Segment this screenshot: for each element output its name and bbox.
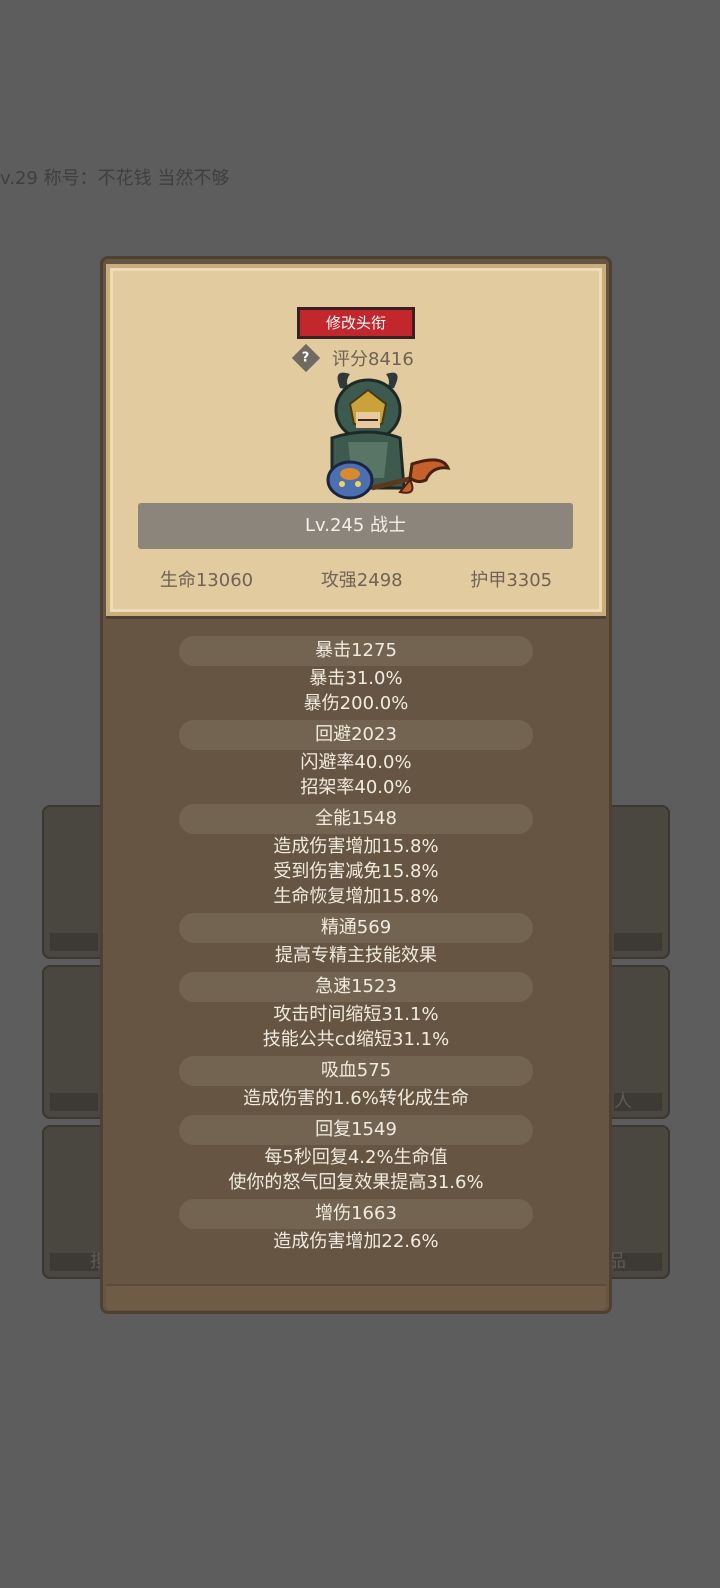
attribute-detail: 造成伤害增加15.8% xyxy=(273,836,439,857)
attribute-header: 回避2023 xyxy=(179,720,533,750)
warrior-avatar xyxy=(326,372,451,500)
attribute-regen: 回复1549 每5秒回复4.2%生命值 使你的怒气回复效果提高31.6% xyxy=(100,1115,612,1195)
base-stats-row: 生命13060 攻强2498 护甲3305 xyxy=(106,566,606,592)
rename-title-button[interactable]: 修改头衔 xyxy=(297,307,415,339)
attribute-detail: 造成伤害的1.6%转化成生命 xyxy=(243,1088,469,1109)
attribute-detail: 暴击31.0% xyxy=(309,668,403,689)
attribute-header: 增伤1663 xyxy=(179,1199,533,1229)
attribute-header: 回复1549 xyxy=(179,1115,533,1145)
attribute-detail: 每5秒回复4.2%生命值 xyxy=(264,1147,448,1168)
attribute-detail: 攻击时间缩短31.1% xyxy=(273,1004,439,1025)
bg-equipment-slot-right-2: 人 xyxy=(606,965,670,1119)
attribute-crit: 暴击1275 暴击31.0% 暴伤200.0% xyxy=(100,636,612,716)
attribute-detail: 造成伤害增加22.6% xyxy=(273,1231,439,1252)
bg-equipment-slot-left-1 xyxy=(42,805,106,959)
stat-attack: 攻强2498 xyxy=(320,570,403,591)
bg-equipment-slot-right-3: 品 xyxy=(606,1125,670,1279)
attribute-detail: 受到伤害减免15.8% xyxy=(273,861,439,882)
bg-equipment-slot-right-1 xyxy=(606,805,670,959)
stat-armor: 护甲3305 xyxy=(470,570,553,591)
attribute-header: 吸血575 xyxy=(179,1056,533,1086)
attribute-haste: 急速1523 攻击时间缩短31.1% 技能公共cd缩短31.1% xyxy=(100,972,612,1052)
attribute-detail: 生命恢复增加15.8% xyxy=(273,886,439,907)
attribute-header: 全能1548 xyxy=(179,804,533,834)
background-title: v.29 称号：不花钱 当然不够 xyxy=(0,168,230,189)
attribute-detail: 使你的怒气回复效果提高31.6% xyxy=(228,1172,484,1193)
attribute-detail: 技能公共cd缩短31.1% xyxy=(262,1029,450,1050)
level-class-bar: Lv.245 战士 xyxy=(138,503,573,549)
attribute-lifesteal: 吸血575 造成伤害的1.6%转化成生命 xyxy=(100,1056,612,1111)
attribute-header: 精通569 xyxy=(179,913,533,943)
stat-health: 生命13060 xyxy=(159,570,254,591)
attribute-versatility: 全能1548 造成伤害增加15.8% 受到伤害减免15.8% 生命恢复增加15.… xyxy=(100,804,612,909)
attribute-detail: 提高专精主技能效果 xyxy=(275,945,437,966)
bg-equipment-slot-left-2 xyxy=(42,965,106,1119)
attribute-mastery: 精通569 提高专精主技能效果 xyxy=(100,913,612,968)
attribute-header: 急速1523 xyxy=(179,972,533,1002)
attribute-dodge: 回避2023 闪避率40.0% 招架率40.0% xyxy=(100,720,612,800)
attribute-detail: 闪避率40.0% xyxy=(300,752,412,773)
attribute-detail: 暴伤200.0% xyxy=(303,693,409,714)
attribute-detail: 招架率40.0% xyxy=(300,777,412,798)
attribute-damage-bonus: 增伤1663 造成伤害增加22.6% xyxy=(100,1199,612,1254)
attribute-list: 暴击1275 暴击31.0% 暴伤200.0% 回避2023 闪避率40.0% … xyxy=(100,636,612,1254)
panel-bottom-edge xyxy=(106,1284,606,1310)
bg-slot-caption: 人 xyxy=(614,1091,632,1112)
attribute-header: 暴击1275 xyxy=(179,636,533,666)
bg-equipment-slot-left-3: 担 xyxy=(42,1125,108,1279)
